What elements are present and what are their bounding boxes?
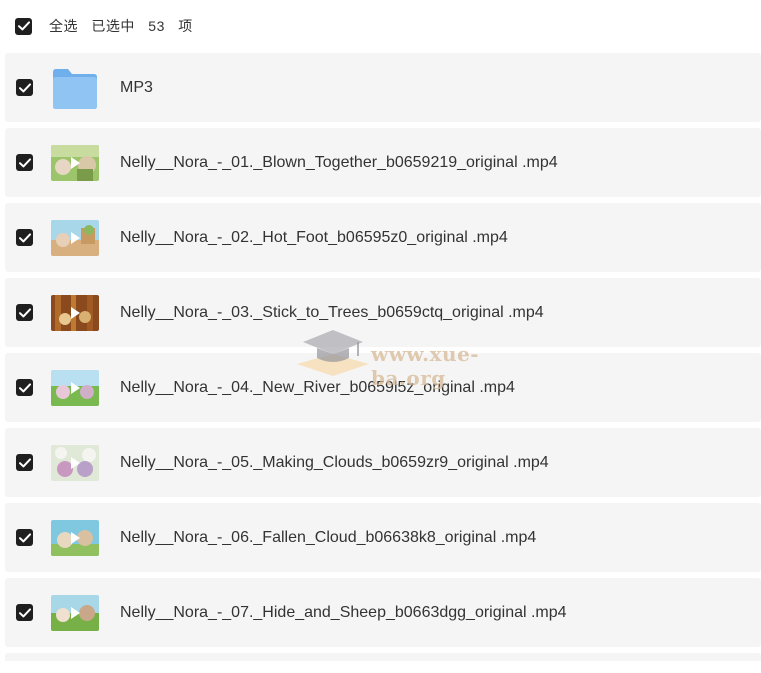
item-name[interactable]: Nelly__Nora_-_01._Blown_Together_b065921… <box>120 154 558 172</box>
play-icon <box>71 156 80 169</box>
item-name[interactable]: Nelly__Nora_-_07._Hide_and_Sheep_b0663dg… <box>120 604 567 622</box>
checkmark-icon <box>18 532 31 542</box>
item-checkbox[interactable] <box>16 454 33 471</box>
play-icon <box>71 606 80 619</box>
list-item[interactable]: Nelly__Nora_-_07._Hide_and_Sheep_b0663dg… <box>5 578 761 647</box>
selection-summary: 全选 已选中 53 项 <box>49 16 202 36</box>
play-icon <box>71 381 80 394</box>
checkmark-icon <box>17 21 30 31</box>
item-checkbox[interactable] <box>16 304 33 321</box>
video-thumbnail <box>51 294 99 331</box>
select-all-checkbox[interactable] <box>15 17 32 35</box>
play-icon <box>71 531 80 544</box>
list-item[interactable]: Nelly__Nora_-_03._Stick_to_Trees_b0659ct… <box>5 278 761 347</box>
item-checkbox[interactable] <box>16 379 33 396</box>
checkmark-icon <box>18 82 31 92</box>
checkmark-icon <box>18 307 31 317</box>
item-name[interactable]: Nelly__Nora_-_06._Fallen_Cloud_b06638k8_… <box>120 529 536 547</box>
selected-count: 53 <box>148 18 165 34</box>
item-name[interactable]: Nelly__Nora_-_04._New_River_b0659l5z_ori… <box>120 379 515 397</box>
item-checkbox[interactable] <box>16 154 33 171</box>
list-item[interactable]: Nelly__Nora_-_05._Making_Clouds_b0659zr9… <box>5 428 761 497</box>
item-name[interactable]: Nelly__Nora_-_02._Hot_Foot_b06595z0_orig… <box>120 229 508 247</box>
play-icon <box>71 231 80 244</box>
item-name[interactable]: Nelly__Nora_-_05._Making_Clouds_b0659zr9… <box>120 454 549 472</box>
selected-suffix: 项 <box>178 18 193 34</box>
select-all-label[interactable]: 全选 <box>49 18 78 34</box>
play-icon <box>71 456 80 469</box>
selection-toolbar: 全选 已选中 53 项 <box>0 0 761 52</box>
video-thumbnail <box>51 219 99 256</box>
list-item[interactable]: Nelly__Nora_-_06._Fallen_Cloud_b06638k8_… <box>5 503 761 572</box>
play-icon <box>71 306 80 319</box>
item-checkbox[interactable] <box>16 529 33 546</box>
video-thumbnail <box>51 444 99 481</box>
folder-icon <box>51 66 99 110</box>
video-thumbnail <box>51 594 99 631</box>
video-thumbnail <box>51 369 99 406</box>
checkmark-icon <box>18 232 31 242</box>
list-item[interactable]: Nelly__Nora_-_01._Blown_Together_b065921… <box>5 128 761 197</box>
item-name[interactable]: Nelly__Nora_-_03._Stick_to_Trees_b0659ct… <box>120 304 544 322</box>
video-thumbnail <box>51 144 99 181</box>
selected-prefix: 已选中 <box>91 18 135 34</box>
video-thumbnail <box>51 519 99 556</box>
list-item[interactable]: Nelly__Nora_-_02._Hot_Foot_b06595z0_orig… <box>5 203 761 272</box>
list-item-partial <box>5 653 761 661</box>
checkmark-icon <box>18 607 31 617</box>
list-item[interactable]: MP3 <box>5 53 761 122</box>
item-name[interactable]: MP3 <box>120 79 153 97</box>
item-checkbox[interactable] <box>16 229 33 246</box>
item-checkbox[interactable] <box>16 79 33 96</box>
checkmark-icon <box>18 382 31 392</box>
item-checkbox[interactable] <box>16 604 33 621</box>
file-list: MP3 Nelly__Nora_-_01._Blown_Together_b06… <box>5 53 761 661</box>
checkmark-icon <box>18 157 31 167</box>
list-item[interactable]: Nelly__Nora_-_04._New_River_b0659l5z_ori… <box>5 353 761 422</box>
checkmark-icon <box>18 457 31 467</box>
